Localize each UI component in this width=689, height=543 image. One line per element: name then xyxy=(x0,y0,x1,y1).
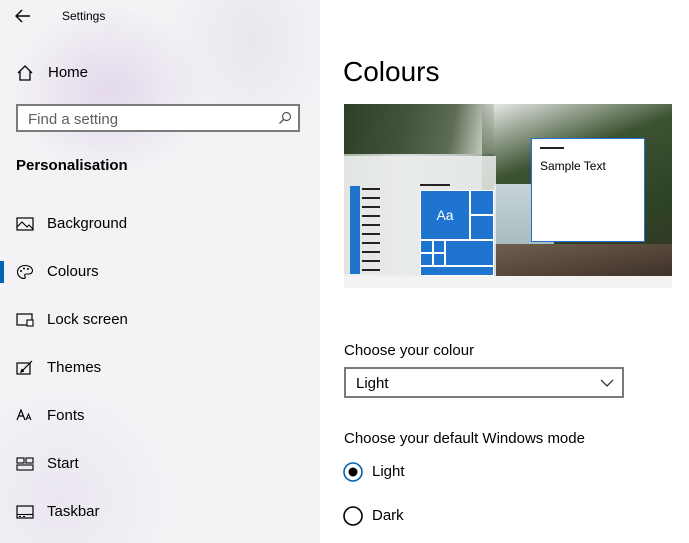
window-preview: Sample Text xyxy=(531,138,645,242)
sidebar-item-colours[interactable]: Colours xyxy=(0,255,320,289)
palette-icon xyxy=(16,264,34,280)
radio-unchecked-icon[interactable] xyxy=(343,506,363,526)
tile-aa: Aa xyxy=(420,190,470,240)
fonts-icon xyxy=(16,408,32,421)
sidebar-item-background[interactable]: Background xyxy=(0,207,320,241)
search-icon[interactable] xyxy=(278,111,292,125)
colour-dropdown[interactable]: Light xyxy=(344,367,624,398)
app-title: Settings xyxy=(62,9,106,23)
colour-dropdown-value: Light xyxy=(356,375,389,392)
content-pane: Colours Aa Sample Text Choose your colou… xyxy=(320,0,689,543)
radio-dark[interactable]: Dark xyxy=(343,504,543,528)
colour-preview: Aa Sample Text xyxy=(344,104,672,288)
back-arrow-icon xyxy=(15,9,30,23)
navigation-pane: Settings Home Find a setting Personalisa… xyxy=(0,0,320,543)
chevron-down-icon xyxy=(600,379,614,387)
sidebar-item-label: Taskbar xyxy=(47,503,100,520)
themes-icon xyxy=(16,360,33,375)
choose-colour-label: Choose your colour xyxy=(344,342,475,359)
taskbar-icon xyxy=(16,505,34,519)
title-bar: Settings xyxy=(0,0,320,34)
section-heading: Personalisation xyxy=(16,157,128,174)
sidebar-item-lock-screen[interactable]: Lock screen xyxy=(0,303,320,337)
back-button[interactable] xyxy=(14,8,34,26)
sample-text: Sample Text xyxy=(540,159,606,173)
picture-icon xyxy=(16,217,34,231)
start-icon xyxy=(16,457,34,471)
page-title: Colours xyxy=(343,56,440,87)
windows-mode-label: Choose your default Windows mode xyxy=(344,430,585,447)
radio-light[interactable]: Light xyxy=(343,460,543,484)
home-label: Home xyxy=(48,64,89,81)
home-icon xyxy=(17,65,33,81)
sidebar-item-start[interactable]: Start xyxy=(0,447,320,481)
radio-light-label: Light xyxy=(372,463,405,480)
sidebar-item-themes[interactable]: Themes xyxy=(0,351,320,385)
radio-dark-label: Dark xyxy=(372,507,404,524)
sidebar-item-label: Background xyxy=(47,215,128,232)
tile-group-preview: Aa xyxy=(420,190,494,276)
sidebar-item-label: Colours xyxy=(47,263,99,280)
sidebar-item-label: Lock screen xyxy=(47,311,128,328)
radio-checked-icon[interactable] xyxy=(343,462,363,482)
search-placeholder: Find a setting xyxy=(28,111,119,128)
lock-screen-icon xyxy=(16,313,34,327)
sidebar-item-fonts[interactable]: Fonts xyxy=(0,399,320,433)
sidebar-item-label: Fonts xyxy=(47,407,85,424)
sidebar-item-taskbar[interactable]: Taskbar xyxy=(0,495,320,529)
search-input[interactable]: Find a setting xyxy=(16,104,300,132)
home-link[interactable]: Home xyxy=(0,58,320,88)
sidebar-item-label: Start xyxy=(47,455,79,472)
sidebar-item-label: Themes xyxy=(47,359,102,376)
